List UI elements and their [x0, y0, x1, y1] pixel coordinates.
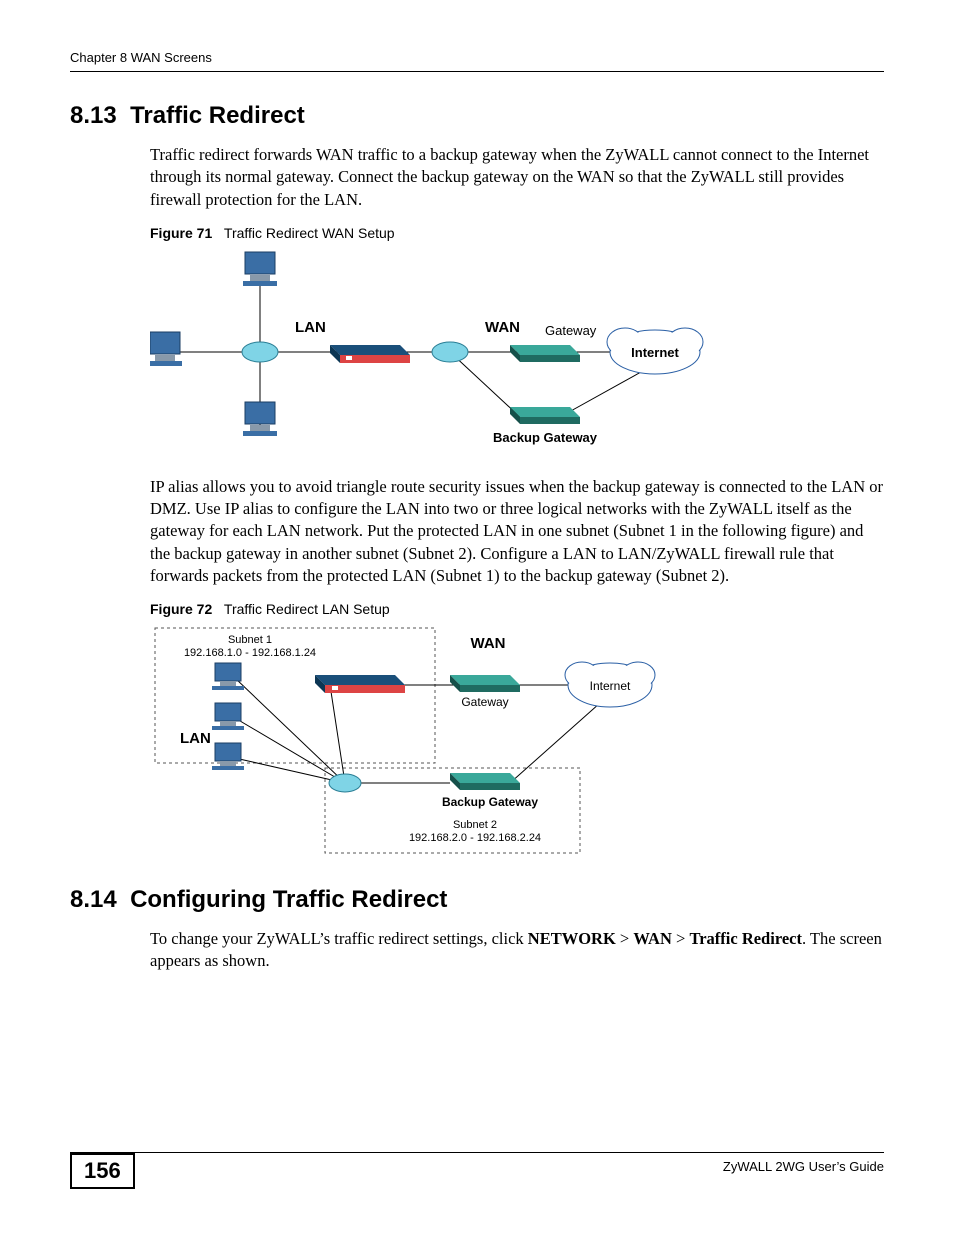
figure-71-diagram: Internet LAN WAN Gateway Backup Gateway	[150, 247, 884, 462]
figure-72-title: Traffic Redirect LAN Setup	[224, 601, 390, 617]
nav-traffic-redirect: Traffic Redirect	[689, 929, 802, 948]
figure-71-caption: Figure 71 Traffic Redirect WAN Setup	[150, 225, 884, 241]
svg-text:Gateway: Gateway	[461, 695, 508, 709]
chapter-label: Chapter 8 WAN Screens	[70, 50, 212, 65]
svg-text:192.168.1.0 - 192.168.1.24: 192.168.1.0 - 192.168.1.24	[184, 647, 316, 659]
computer-icon	[243, 402, 277, 436]
figure-71-title: Traffic Redirect WAN Setup	[224, 225, 395, 241]
svg-text:Backup Gateway: Backup Gateway	[442, 795, 538, 809]
svg-text:LAN: LAN	[295, 319, 326, 336]
firewall-icon	[330, 345, 410, 363]
gateway-icon	[510, 345, 580, 362]
computer-icon	[212, 743, 244, 770]
page-footer: 156 ZyWALL 2WG User’s Guide	[70, 1152, 884, 1195]
svg-text:Internet: Internet	[590, 679, 631, 693]
svg-text:Subnet 1: Subnet 1	[228, 634, 272, 646]
svg-text:Internet: Internet	[631, 345, 679, 360]
nav-network: NETWORK	[528, 929, 616, 948]
section-8-14-para1: To change your ZyWALL’s traffic redirect…	[150, 928, 884, 973]
running-header: Chapter 8 WAN Screens	[70, 50, 884, 72]
guide-name: ZyWALL 2WG User’s Guide	[723, 1159, 884, 1174]
section-8-13-heading: 8.13 Traffic Redirect	[70, 102, 884, 130]
svg-text:Gateway: Gateway	[545, 323, 597, 338]
page-number: 156	[70, 1153, 135, 1189]
gateway-icon	[450, 675, 520, 692]
backup-gateway-icon	[510, 407, 580, 424]
computer-icon	[243, 252, 277, 286]
section-number: 8.13	[70, 102, 117, 129]
computer-icon	[212, 703, 244, 730]
figure-71-label: Figure 71	[150, 225, 212, 241]
firewall-icon	[315, 675, 405, 693]
figure-72-label: Figure 72	[150, 601, 212, 617]
section-number: 8.14	[70, 886, 117, 913]
svg-text:192.168.2.0 - 192.168.2.24: 192.168.2.0 - 192.168.2.24	[409, 832, 541, 844]
section-title: Traffic Redirect	[130, 102, 305, 129]
internet-cloud-icon: Internet	[565, 662, 655, 707]
svg-text:Subnet 2: Subnet 2	[453, 819, 497, 831]
section-title: Configuring Traffic Redirect	[130, 886, 447, 913]
figure-72-caption: Figure 72 Traffic Redirect LAN Setup	[150, 601, 884, 617]
figure-72-diagram: Subnet 1 192.168.1.0 - 192.168.1.24 Subn…	[150, 623, 884, 868]
internet-cloud-icon: Internet	[607, 328, 703, 374]
computer-icon	[212, 663, 244, 690]
computer-icon	[150, 332, 182, 366]
nav-wan: WAN	[633, 929, 672, 948]
svg-text:WAN: WAN	[485, 319, 520, 336]
section-8-13-para2: IP alias allows you to avoid triangle ro…	[150, 476, 884, 587]
svg-text:WAN: WAN	[471, 635, 506, 652]
backup-gateway-icon	[450, 773, 520, 790]
svg-text:Backup Gateway: Backup Gateway	[493, 430, 598, 445]
section-8-13-para1: Traffic redirect forwards WAN traffic to…	[150, 144, 884, 211]
section-8-14-heading: 8.14 Configuring Traffic Redirect	[70, 886, 884, 914]
svg-text:LAN: LAN	[180, 730, 211, 747]
